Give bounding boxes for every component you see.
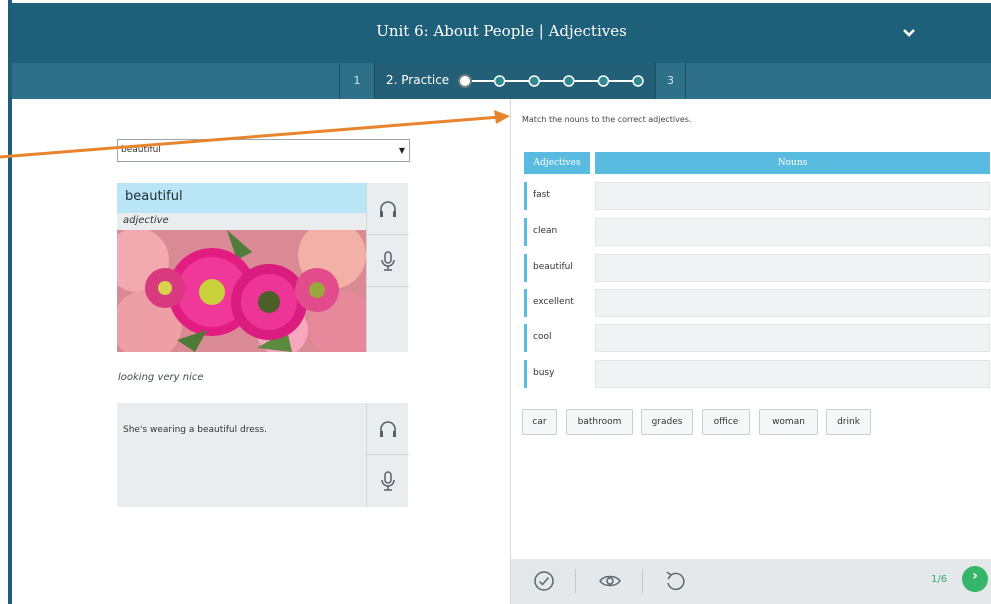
- adjective-cell: excellent: [524, 289, 590, 317]
- example-record-button[interactable]: [367, 455, 409, 507]
- noun-chip[interactable]: office: [702, 409, 750, 435]
- noun-chip[interactable]: woman: [759, 409, 818, 435]
- column-header-adjectives: Adjectives: [524, 152, 590, 174]
- word-photo: [117, 230, 366, 352]
- adjective-cell: beautiful: [524, 254, 590, 282]
- adjective-cell: clean: [524, 218, 590, 246]
- noun-drop-zone[interactable]: [595, 182, 990, 210]
- noun-drop-zone[interactable]: [595, 324, 990, 352]
- word-definition: looking very nice: [118, 372, 204, 383]
- adjective-label: fast: [533, 190, 550, 200]
- progress-dots: [458, 74, 644, 88]
- microphone-icon: [381, 471, 395, 491]
- noun-chip[interactable]: bathroom: [566, 409, 633, 435]
- word-title: beautiful: [125, 189, 183, 204]
- eye-icon[interactable]: [598, 569, 622, 593]
- match-row: clean: [524, 218, 991, 246]
- match-row: cool: [524, 324, 991, 352]
- page-title: Unit 6: About People | Adjectives: [376, 22, 627, 40]
- select-arrow-icon: ▼: [398, 146, 405, 155]
- progress-dot: [563, 75, 575, 87]
- footer-separator: [575, 569, 576, 593]
- instruction-text: Match the nouns to the correct adjective…: [522, 115, 692, 124]
- adjective-cell: fast: [524, 182, 590, 210]
- part-of-speech: adjective: [117, 213, 366, 230]
- word-audio-controls: [366, 183, 409, 352]
- adjective-label: busy: [533, 368, 555, 378]
- progress-dot: [597, 75, 610, 87]
- example-sentence: She's wearing a beautiful dress.: [123, 425, 267, 435]
- footer-toolbar: 1/6 ›: [511, 559, 991, 604]
- chevron-right-icon: ›: [972, 568, 978, 584]
- example-listen-button[interactable]: [367, 403, 409, 455]
- word-select-value: beautiful: [121, 145, 161, 155]
- adjective-cell: cool: [524, 324, 590, 352]
- footer-separator: [642, 569, 643, 593]
- noun-drop-zone[interactable]: [595, 360, 990, 388]
- adjective-cell: busy: [524, 360, 590, 388]
- chevron-down-icon[interactable]: [900, 25, 918, 41]
- microphone-icon: [381, 251, 395, 271]
- noun-chip[interactable]: grades: [641, 409, 693, 435]
- noun-chip[interactable]: car: [522, 409, 557, 435]
- step-tab-1[interactable]: 1: [339, 63, 375, 99]
- progress-dot: [458, 74, 472, 88]
- flowers-image: [117, 230, 366, 352]
- progress-dot: [632, 75, 644, 87]
- match-row: fast: [524, 182, 991, 210]
- adjective-label: beautiful: [533, 262, 573, 272]
- next-button[interactable]: ›: [962, 566, 988, 592]
- match-row: busy: [524, 360, 991, 388]
- match-row: excellent: [524, 289, 991, 317]
- headphones-icon: [380, 201, 396, 217]
- adjective-label: clean: [533, 226, 558, 236]
- question-counter: 1/6: [931, 574, 948, 585]
- check-answer-icon[interactable]: [532, 569, 556, 593]
- adjective-label: excellent: [533, 297, 574, 307]
- record-button[interactable]: [367, 235, 409, 287]
- header-bar: Unit 6: About People | Adjectives: [12, 3, 991, 63]
- word-select[interactable]: beautiful ▼: [117, 139, 410, 162]
- listen-button[interactable]: [367, 183, 409, 235]
- noun-drop-zone[interactable]: [595, 254, 990, 282]
- reset-icon[interactable]: [663, 569, 687, 593]
- example-card: She's wearing a beautiful dress.: [117, 403, 409, 507]
- match-row: beautiful: [524, 254, 991, 282]
- progress-dot: [528, 75, 540, 87]
- example-audio-controls: [366, 403, 409, 507]
- headphones-icon: [380, 421, 396, 437]
- panel-divider: [510, 99, 511, 604]
- noun-chip[interactable]: drink: [826, 409, 871, 435]
- word-card: beautiful adjective: [117, 183, 409, 352]
- step-tab-label: 2. Practice: [386, 73, 450, 87]
- word-card-head: beautiful: [117, 183, 366, 213]
- step-tab-practice[interactable]: 2. Practice: [375, 63, 656, 99]
- noun-drop-zone[interactable]: [595, 289, 990, 317]
- step-bar: 1 2. Practice 3: [12, 63, 991, 99]
- step-tab-3[interactable]: 3: [656, 63, 686, 99]
- noun-drop-zone[interactable]: [595, 218, 990, 246]
- part-of-speech-label: adjective: [123, 215, 169, 226]
- adjective-label: cool: [533, 332, 552, 342]
- progress-dot: [493, 75, 506, 87]
- column-header-nouns: Nouns: [595, 152, 990, 174]
